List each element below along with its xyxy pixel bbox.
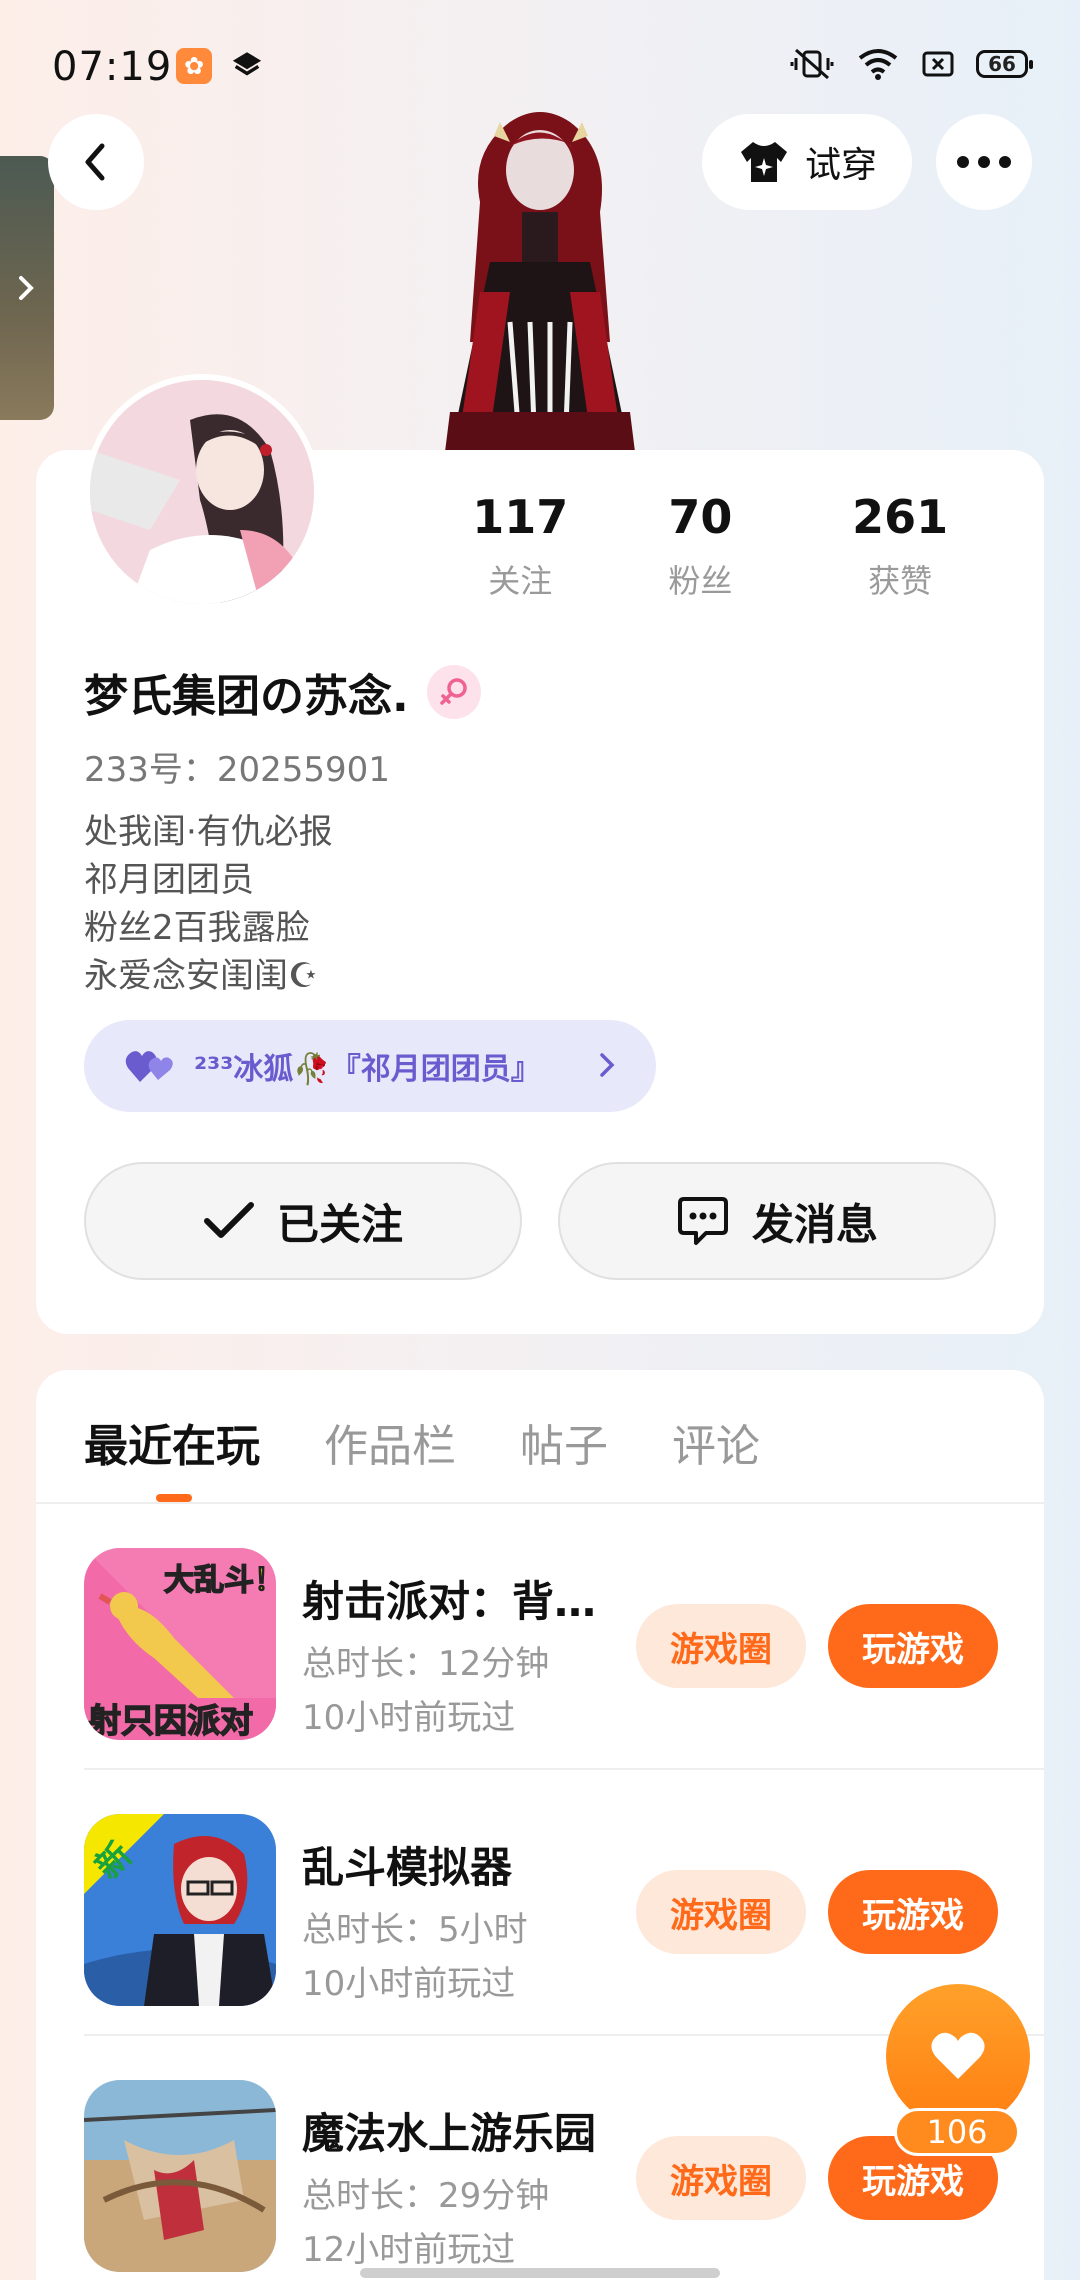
home-indicator[interactable] [360,2268,720,2278]
game-icon-text: 射只因派对 [88,1701,253,1740]
sim-card-icon [922,51,954,77]
female-icon [426,665,481,719]
followed-button[interactable]: 已关注 [84,1162,522,1280]
wifi-icon [858,49,898,80]
vibrate-mute-icon [790,48,834,80]
game-circle-button[interactable]: 游戏圈 [636,1604,806,1688]
profile-tabs: 最近在玩 作品栏 帖子 评论 [84,1410,760,1474]
game-duration: 总时长：5小时 [302,1910,528,1950]
game-row[interactable]: 大乱斗！ 射只因派对 射击派对：背… 总时长：12分钟 10小时前玩过 游戏圈 … [84,1504,1044,1770]
checkmark-icon [203,1202,254,1238]
battery-indicator: 66 [976,50,1033,78]
game-circle-button[interactable]: 游戏圈 [636,2136,806,2220]
stat-fans-label: 粉丝 [668,562,733,600]
tab-recently-played[interactable]: 最近在玩 [84,1410,260,1474]
app-notification-icon: ✿ [176,48,212,84]
user-id: 233号：20255901 [84,750,390,790]
stat-likes-label: 获赞 [868,562,933,600]
more-dots-icon [957,156,1011,168]
back-arrow-icon [85,143,105,181]
active-tab-indicator [156,1494,192,1502]
tab-works[interactable]: 作品栏 [324,1410,456,1474]
bio-line: 祁月团团员 [84,860,254,900]
game-icon[interactable]: 大乱斗！ 射只因派对 [84,1548,276,1740]
game-duration: 总时长：12分钟 [302,1644,550,1684]
like-count-badge: 106 [894,2108,1020,2156]
bio-line: 处我闺·有仇必报 [84,812,333,852]
heart-icon [931,2032,985,2079]
followed-label: 已关注 [276,1199,403,1249]
user-avatar[interactable] [84,374,320,610]
stat-following-label: 关注 [488,562,553,600]
chevron-right-icon [600,1053,615,1077]
game-circle-button[interactable]: 游戏圈 [636,1870,806,1954]
game-last-played: 10小时前玩过 [302,1964,516,2004]
username: 梦氏集团の苏念. [84,671,409,722]
try-on-button[interactable]: 试穿 [702,114,912,210]
game-title: 乱斗模拟器 [302,1843,513,1892]
game-row[interactable]: 新 乱斗模拟器 总时长：5小时 10小时前玩过 游戏圈 玩游戏 [84,1770,1044,2036]
game-last-played: 10小时前玩过 [302,1698,516,1738]
chat-bubble-icon [677,1197,728,1245]
tab-comments[interactable]: 评论 [672,1410,760,1474]
status-right-icons: 66 [790,46,1033,82]
game-duration: 总时长：29分钟 [302,2176,550,2216]
profile-stats: 117 关注 70 粉丝 261 获赞 [440,490,1000,602]
status-time: 07:19 [52,44,173,90]
send-message-label: 发消息 [751,1199,878,1249]
more-options-button[interactable] [936,114,1032,210]
layers-icon [232,52,262,76]
try-on-label: 试穿 [804,145,877,186]
stat-likes[interactable]: 261 获赞 [800,490,1000,602]
fanclub-badge[interactable]: ²³³冰狐🥀『祁月团团员』 [84,1020,656,1112]
back-button[interactable] [48,114,144,210]
play-game-button[interactable]: 玩游戏 [828,1870,998,1954]
game-last-played: 12小时前玩过 [302,2230,516,2270]
avatar-3d-figure[interactable] [410,92,670,452]
tab-posts[interactable]: 帖子 [520,1410,608,1474]
bio: 处我闺·有仇必报 祁月团团员 粉丝2百我露脸 永爱念安闺闺☪ [84,808,333,1000]
play-game-button[interactable]: 玩游戏 [828,1604,998,1688]
double-heart-icon [125,1051,173,1082]
game-icon[interactable] [84,2080,276,2272]
stat-following[interactable]: 117 关注 [440,490,601,602]
username-row: 梦氏集团の苏念. [84,660,481,724]
like-fab-button[interactable] [886,1984,1030,2128]
stat-fans[interactable]: 70 粉丝 [601,490,801,602]
game-icon-text: 大乱斗！ [164,1563,276,1598]
stat-likes-count: 261 [852,490,949,544]
games-list-card: 最近在玩 作品栏 帖子 评论 大乱斗！ 射只因派对 射击派对：背… 总时长：12… [36,1370,1044,2280]
shirt-sparkle-icon [740,142,787,182]
bio-line: 永爱念安闺闺☪ [84,956,319,996]
stat-following-count: 117 [472,490,569,544]
side-drawer-handle[interactable] [0,156,54,420]
chevron-right-icon [19,276,34,300]
game-icon[interactable]: 新 [84,1814,276,2006]
fanclub-label: ²³³冰狐🥀『祁月团团员』 [194,1052,541,1087]
avatar-image [90,380,314,604]
bio-line: 粉丝2百我露脸 [84,908,310,948]
send-message-button[interactable]: 发消息 [558,1162,996,1280]
game-title: 魔法水上游乐园 [302,2109,597,2158]
stat-fans-count: 70 [668,490,733,544]
game-title: 射击派对：背… [302,1577,597,1626]
